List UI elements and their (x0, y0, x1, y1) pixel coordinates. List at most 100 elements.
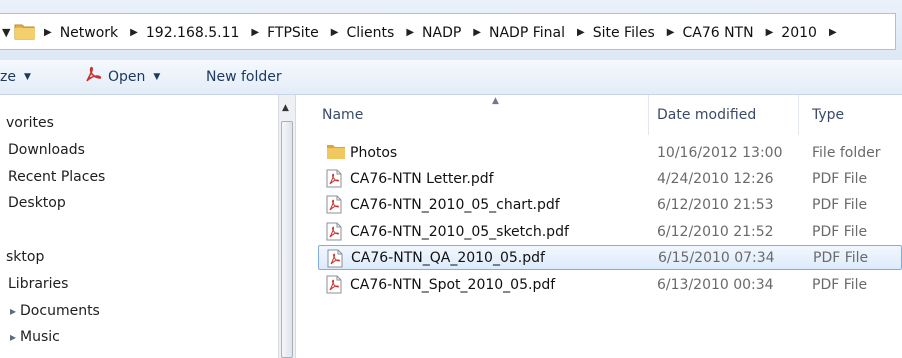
breadcrumb-label: FTPSite (267, 24, 319, 41)
breadcrumb-item[interactable]: ▶ 192.168.5.11 (118, 25, 239, 41)
file-type: PDF File (812, 276, 868, 293)
breadcrumb-item[interactable]: ▶ 2010 (754, 25, 817, 41)
organize-label: ze (0, 69, 16, 85)
file-row[interactable]: CA76-NTN_Spot_2010_05.pdf 6/13/2010 00:34… (318, 272, 902, 297)
scroll-up-arrow-icon[interactable]: ▲ (282, 103, 289, 113)
nav-item-libraries[interactable]: Libraries (8, 276, 68, 292)
new-folder-button[interactable]: New folder (206, 60, 282, 94)
expand-arrow-icon[interactable]: ▸ (10, 304, 16, 318)
file-list: Name ▲ Date modified Type Photos 10/16/20… (300, 95, 902, 358)
file-type: PDF File (812, 170, 868, 187)
organize-button[interactable]: ze ▼ (0, 60, 31, 94)
breadcrumb-more[interactable]: ▶ (817, 27, 845, 38)
file-date-modified: 6/13/2010 00:34 (657, 276, 774, 293)
breadcrumb-separator-icon[interactable]: ▶ (251, 27, 259, 38)
breadcrumb-item[interactable]: ▶ Site Files (565, 25, 655, 41)
nav-item-label: Desktop (8, 195, 66, 211)
breadcrumb-separator-icon[interactable]: ▶ (829, 27, 837, 38)
breadcrumb-item[interactable]: ▶ FTPSite (239, 25, 318, 41)
pdf-icon (84, 66, 102, 88)
file-type: PDF File (813, 249, 869, 266)
address-bar[interactable]: ▼ ▶ Network ▶ 192.168.5.11 ▶ FTPSite ▶ Clients ▶… (0, 13, 896, 50)
breadcrumb-item[interactable]: ▶ Clients (319, 25, 395, 41)
column-header-label: Name (322, 107, 364, 123)
recent-pages-dropdown-icon[interactable]: ▼ (2, 26, 10, 39)
nav-item-label: vorites (6, 115, 54, 131)
nav-item-label: Downloads (8, 142, 85, 158)
column-header-name[interactable]: Name ▲ (314, 95, 649, 135)
nav-item-documents[interactable]: ▸ Documents (10, 303, 100, 319)
breadcrumb-item[interactable]: ▶ NADP Final (461, 25, 565, 41)
new-folder-label: New folder (206, 69, 282, 85)
breadcrumb-separator-icon[interactable]: ▶ (473, 27, 481, 38)
file-row[interactable]: CA76-NTN_2010_05_chart.pdf 6/12/2010 21:5… (318, 192, 902, 217)
nav-item-desktop[interactable]: Desktop (8, 195, 66, 211)
file-type: PDF File (812, 223, 868, 240)
column-header-date-modified[interactable]: Date modified (649, 95, 799, 135)
nav-item-downloads[interactable]: Downloads (8, 142, 85, 158)
breadcrumb-label: Network (59, 24, 119, 41)
sort-ascending-icon: ▲ (492, 96, 499, 106)
nav-item-label: Libraries (8, 276, 69, 292)
breadcrumb-separator-icon[interactable]: ▶ (331, 27, 339, 38)
open-label: Open (108, 69, 146, 85)
chevron-down-icon[interactable]: ▼ (153, 72, 160, 82)
address-bar-region: ▼ ▶ Network ▶ 192.168.5.11 ▶ FTPSite ▶ Clients ▶… (0, 0, 902, 60)
breadcrumb: ▶ Network ▶ 192.168.5.11 ▶ FTPSite ▶ Clients ▶ NA… (44, 14, 845, 51)
breadcrumb-separator-icon[interactable]: ▶ (44, 27, 52, 38)
nav-item-music[interactable]: ▸ Music (10, 329, 60, 345)
breadcrumb-item[interactable]: ▶ CA76 NTN (655, 25, 754, 41)
folder-icon (14, 22, 36, 44)
file-date-modified: 6/12/2010 21:53 (657, 196, 774, 213)
pdf-file-icon (326, 275, 342, 298)
breadcrumb-separator-icon[interactable]: ▶ (130, 27, 138, 38)
column-header-label: Type (812, 107, 845, 123)
scrollbar-thumb[interactable] (281, 121, 293, 358)
nav-item-favorites[interactable]: vorites (6, 115, 54, 131)
file-type: File folder (812, 144, 881, 161)
file-date-modified: 4/24/2010 12:26 (657, 170, 774, 187)
nav-item-label: Documents (20, 303, 100, 319)
file-row[interactable]: CA76-NTN_2010_05_sketch.pdf 6/12/2010 21:… (318, 219, 902, 244)
breadcrumb-label: NADP (422, 24, 462, 41)
file-name: CA76-NTN_2010_05_sketch.pdf (350, 223, 569, 240)
chevron-down-icon: ▼ (23, 72, 31, 82)
column-header-label: Date modified (657, 107, 757, 123)
breadcrumb-separator-icon[interactable]: ▶ (577, 27, 585, 38)
breadcrumb-separator-icon[interactable]: ▶ (667, 27, 675, 38)
file-row[interactable]: CA76-NTN_QA_2010_05.pdf 6/15/2010 07:34 PD… (318, 245, 902, 270)
pdf-file-icon (327, 249, 343, 272)
breadcrumb-label: Clients (346, 24, 395, 41)
folder-icon (326, 143, 346, 164)
breadcrumb-item[interactable]: ▶ NADP (394, 25, 461, 41)
nav-item-label: Music (20, 329, 60, 345)
breadcrumb-separator-icon[interactable]: ▶ (766, 27, 774, 38)
file-name: CA76-NTN Letter.pdf (350, 170, 494, 187)
nav-item-label: sktop (6, 249, 45, 265)
open-button[interactable]: Open ▼ (84, 60, 160, 94)
file-row[interactable]: CA76-NTN Letter.pdf 4/24/2010 12:26 PDF Fi… (318, 166, 902, 191)
file-name: CA76-NTN_QA_2010_05.pdf (351, 249, 545, 266)
column-header-type[interactable]: Type (799, 95, 902, 135)
file-date-modified: 6/12/2010 21:52 (657, 223, 774, 240)
file-name: CA76-NTN_Spot_2010_05.pdf (350, 276, 556, 293)
file-date-modified: 10/16/2012 13:00 (657, 144, 783, 161)
file-name: Photos (350, 144, 398, 161)
breadcrumb-label: NADP Final (489, 24, 565, 41)
expand-arrow-icon[interactable]: ▸ (10, 330, 16, 344)
nav-item-recent-places[interactable]: Recent Places (8, 169, 105, 185)
breadcrumb-label: Site Files (592, 24, 655, 41)
breadcrumb-label: 192.168.5.11 (145, 24, 240, 41)
nav-pane-scrollbar[interactable]: ▲ (278, 95, 296, 358)
breadcrumb-separator-icon[interactable]: ▶ (406, 27, 414, 38)
nav-item-label: Recent Places (8, 169, 106, 185)
file-name: CA76-NTN_2010_05_chart.pdf (350, 196, 560, 213)
file-row[interactable]: Photos 10/16/2012 13:00 File folder (318, 140, 902, 165)
nav-item-desktop-root[interactable]: sktop (6, 249, 44, 265)
breadcrumb-item[interactable]: ▶ Network (44, 25, 118, 41)
navigation-pane: vorites Downloads Recent Places Desktop … (0, 95, 278, 358)
command-toolbar: ze ▼ Open ▼ New folder (0, 60, 902, 95)
file-type: PDF File (812, 196, 868, 213)
breadcrumb-label: CA76 NTN (682, 24, 754, 41)
breadcrumb-label: 2010 (781, 24, 817, 41)
